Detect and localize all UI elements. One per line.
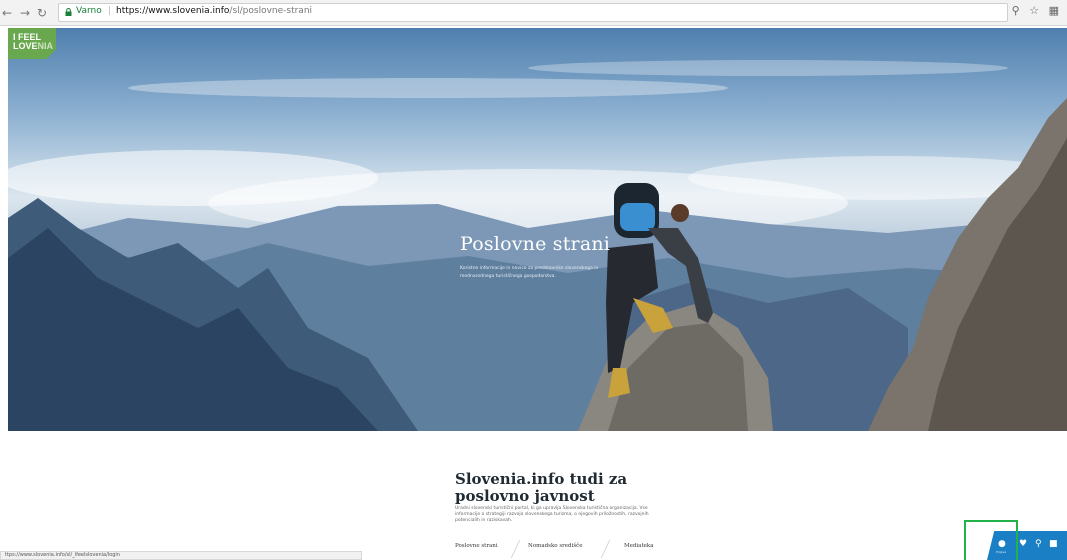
section-title-line-1: Slovenia.info tudi za (455, 470, 628, 488)
hero-title: Poslovne strani (460, 233, 611, 255)
logo-nia: NIA (37, 41, 54, 51)
subtab-nomadsko-sredisce[interactable]: Nomadsko središče (528, 543, 583, 549)
section-title: Slovenia.info tudi za poslovno javnost (455, 471, 627, 505)
logo-line-2: LOVENIA (13, 42, 53, 51)
section-title-line-2: poslovno javnost (455, 487, 595, 505)
zoom-icon[interactable]: ⚲ (1012, 4, 1020, 17)
logo-love: LOVE (13, 41, 38, 51)
lock-icon (65, 8, 72, 16)
subtab-divider (600, 540, 611, 558)
hero-banner: I FEEL LOVENIA Poslovne strani Koristne … (8, 28, 1067, 431)
url-separator: | (108, 6, 112, 16)
subtab-poslovne-strani[interactable]: Poslovne strani (455, 543, 498, 549)
address-bar[interactable]: Varno | https://www.slovenia.info/sl/pos… (58, 3, 1008, 22)
heart-icon[interactable]: ♥ (1019, 539, 1027, 549)
extension-icon[interactable]: ▦ (1049, 4, 1059, 17)
section-description: Uradni slovenski turistični portal, ki g… (455, 506, 649, 523)
reload-icon[interactable]: ↻ (37, 4, 47, 22)
secure-label: Varno (76, 6, 102, 16)
back-icon[interactable]: ← (2, 4, 12, 22)
browser-status-bar: ttps://www.slovenia.info/sl/_ifeelsloven… (0, 551, 362, 560)
browser-toolbar: ← → ↻ Varno | https://www.slovenia.info/… (0, 0, 1067, 26)
chat-icon[interactable]: ■ (1049, 539, 1058, 549)
hero-mountain-image (8, 60, 1067, 431)
subtab-divider (510, 540, 521, 558)
focus-highlight (964, 520, 1018, 560)
hero-subtitle: Koristne informacije in novice za predst… (460, 266, 599, 279)
i-feel-slovenia-logo[interactable]: I FEEL LOVENIA (8, 28, 56, 59)
url-host: https://www.slovenia.info (116, 6, 230, 16)
browser-actions: ⚲ ☆ ▦ (1006, 4, 1059, 17)
search-icon[interactable]: ⚲ (1035, 539, 1042, 549)
bookmark-star-icon[interactable]: ☆ (1029, 4, 1039, 17)
url-text[interactable]: https://www.slovenia.info/sl/poslovne-st… (116, 6, 312, 16)
url-path: /sl/poslovne-strani (229, 6, 313, 16)
forward-icon[interactable]: → (20, 4, 30, 22)
subtab-mediateka[interactable]: Mediateka (624, 543, 654, 549)
